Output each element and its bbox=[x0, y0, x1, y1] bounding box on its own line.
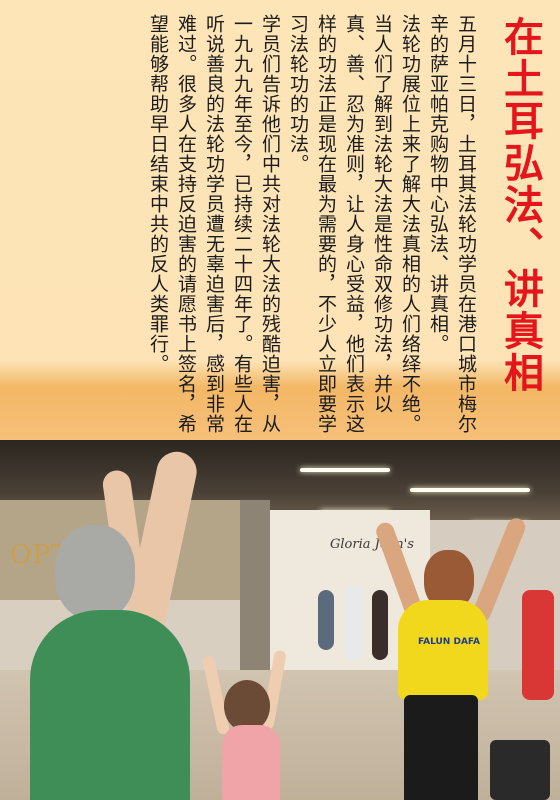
child-body bbox=[222, 725, 280, 800]
woman-right-body bbox=[398, 600, 488, 700]
background-person bbox=[522, 590, 554, 700]
shirt-label: FALUN DAFA bbox=[418, 637, 480, 647]
article-paragraph: 法轮功展位上来了解大法真相的人们络绎不绝。 bbox=[399, 14, 421, 434]
background-person bbox=[345, 585, 363, 660]
ceiling-light bbox=[410, 488, 530, 492]
page: 在土耳弘法、讲真相 五月十三日，土耳其法轮功学员在港口城市梅尔辛的萨亚帕克购物中… bbox=[0, 0, 560, 800]
woman-left-head bbox=[55, 525, 135, 620]
background-person bbox=[372, 590, 388, 660]
article-text-panel: 在土耳弘法、讲真相 五月十三日，土耳其法轮功学员在港口城市梅尔辛的萨亚帕克购物中… bbox=[0, 0, 560, 440]
article-paragraph: 五月十三日，土耳其法轮功学员在港口城市梅尔辛的萨亚帕克购物中心弘法、讲真相。 bbox=[427, 14, 477, 434]
woman-left-body bbox=[30, 610, 190, 800]
article-title: 在土耳弘法、讲真相 bbox=[497, 16, 543, 394]
ceiling-light bbox=[300, 468, 390, 472]
speaker bbox=[490, 740, 550, 800]
article-paragraph: 学员们告诉他们中共对法轮大法的残酷迫害，从一九九九年至今，已持续二十四年了。有些… bbox=[147, 14, 281, 434]
background-person bbox=[318, 590, 334, 650]
event-photo: OPTICAL Gloria Jean's FALUN DAFA bbox=[0, 440, 560, 800]
article-paragraph: 当人们了解到法轮大法是性命双修功法，并以真、善、忍为准则，让人身心受益，他们表示… bbox=[287, 14, 393, 434]
woman-right-legs bbox=[404, 695, 478, 800]
article-body: 五月十三日，土耳其法轮功学员在港口城市梅尔辛的萨亚帕克购物中心弘法、讲真相。 法… bbox=[144, 14, 480, 434]
